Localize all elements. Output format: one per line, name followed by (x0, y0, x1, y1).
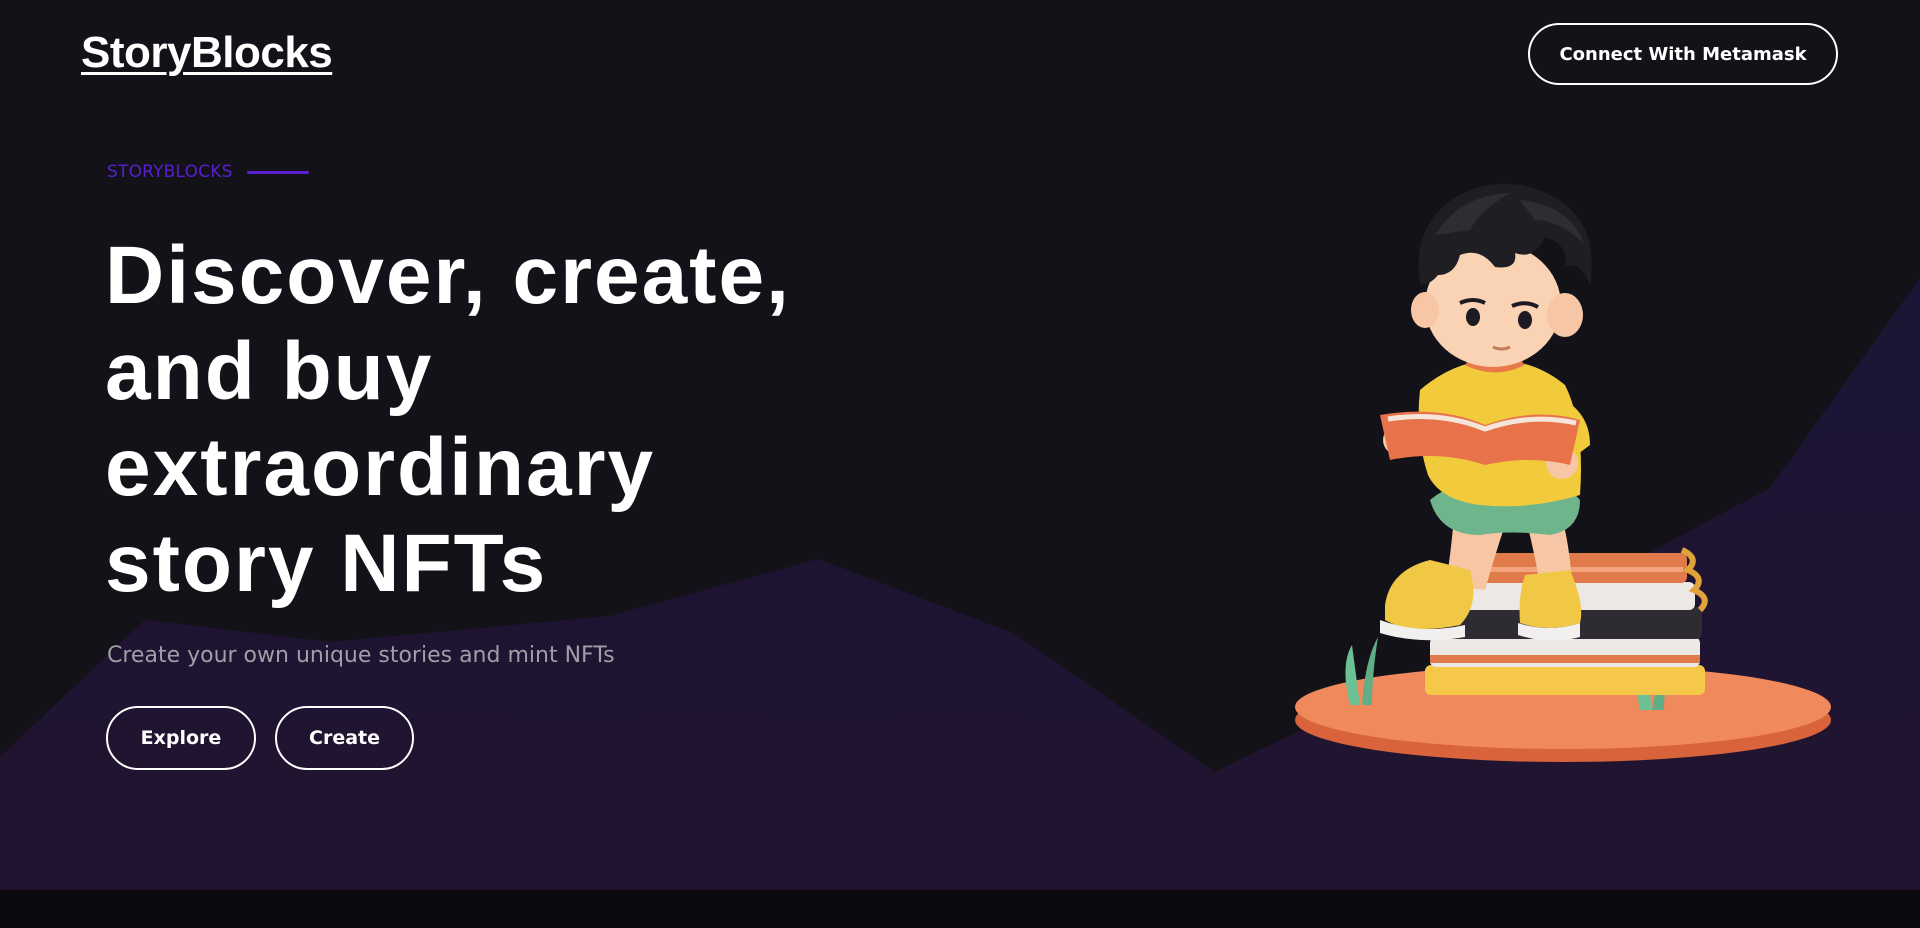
hero-headline: Discover, create, and buy extraordinary … (105, 228, 925, 612)
logo[interactable]: StoryBlocks (81, 28, 333, 78)
headline-line: and buy (105, 326, 434, 417)
explore-button[interactable]: Explore (106, 706, 256, 770)
eyebrow-divider (246, 170, 309, 174)
create-button[interactable]: Create (275, 706, 414, 770)
eyebrow-label: STORYBLOCKS (107, 162, 233, 182)
footer-strip (0, 890, 1920, 928)
headline-line: Discover, create, (105, 230, 791, 321)
page: StoryBlocks Connect With Metamask STORYB… (0, 0, 1920, 928)
boy-reading-on-books-illustration (1295, 183, 1831, 762)
headline-line: extraordinary (105, 422, 656, 513)
headline-line: story NFTs (105, 518, 548, 609)
hero-section: StoryBlocks Connect With Metamask STORYB… (0, 0, 1920, 890)
eyebrow: STORYBLOCKS (107, 162, 309, 182)
connect-metamask-button[interactable]: Connect With Metamask (1528, 23, 1838, 85)
hero-subtitle: Create your own unique stories and mint … (107, 643, 615, 668)
